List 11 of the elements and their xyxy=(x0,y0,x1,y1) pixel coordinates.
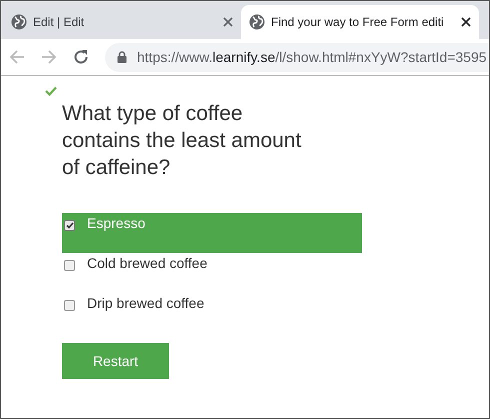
answer-option[interactable]: Drip brewed coffee xyxy=(62,293,362,333)
answer-label: Drip brewed coffee xyxy=(87,294,204,313)
url-text: https://www.learnify.se/l/show.html#nxYyW?startId=3595 xyxy=(137,48,487,67)
browser-tab[interactable]: Find your way to Free Form editi xyxy=(241,5,479,39)
tab-title: Edit | Edit xyxy=(33,14,86,31)
question-text: What type of coffee contains the least amount of caffeine? xyxy=(62,101,302,181)
address-bar[interactable]: https://www.learnify.se/l/show.html#nxYyW?startId=3595 xyxy=(105,42,489,72)
answer-label: Cold brewed coffee xyxy=(87,254,208,273)
answer-option[interactable]: Cold brewed coffee xyxy=(62,253,362,293)
tab-title: Find your way to Free Form editi xyxy=(271,14,445,31)
answer-label: Espresso xyxy=(87,214,146,233)
